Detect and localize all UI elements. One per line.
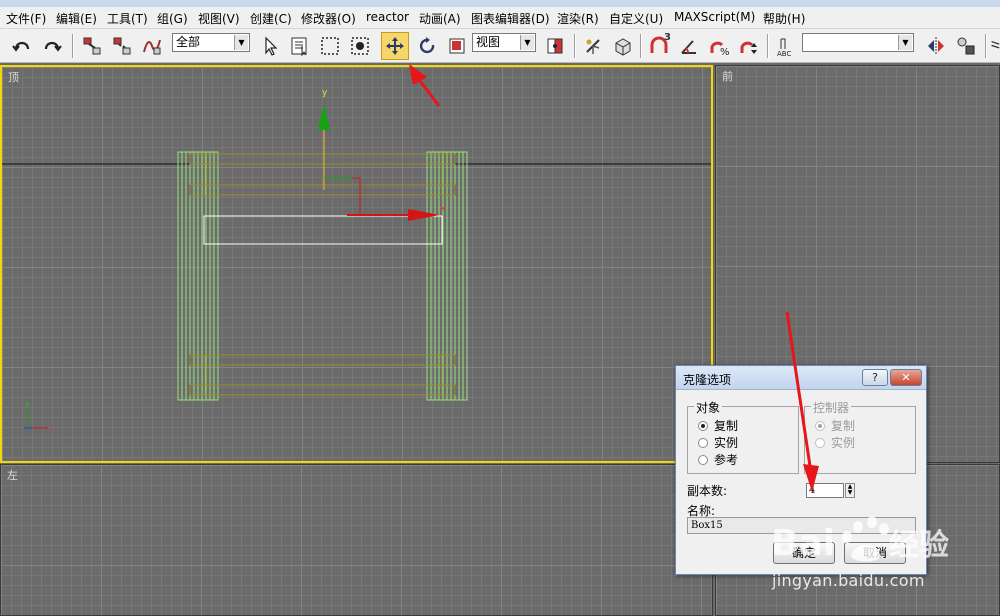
move-gizmo (318, 104, 440, 221)
copies-spinner[interactable]: ▲ ▼ (845, 483, 855, 498)
radio-label: 复制 (831, 419, 856, 433)
radio-controller-copy: 复制 (815, 417, 855, 434)
world-axis-tripod (24, 408, 48, 429)
gizmo-plane-red (324, 177, 361, 215)
help-button[interactable]: ? (862, 369, 888, 386)
copies-input[interactable]: 4 (806, 483, 844, 498)
controller-group-title: 控制器 (811, 399, 852, 416)
radio-indicator[interactable] (698, 437, 708, 448)
copies-label: 副本数: (687, 484, 728, 498)
gizmo-x-label: x (440, 204, 446, 214)
clone-options-dialog: 克隆选项 ? ✕ 对象 复制 实例 参考 控制器 复制 实例 副本数: 4 ▲ ▼… (675, 365, 927, 575)
dialog-title: 克隆选项 (683, 373, 732, 387)
radio-label: 实例 (714, 436, 739, 450)
radio-indicator (815, 437, 825, 448)
controller-group: 控制器 复制 实例 (804, 399, 916, 474)
object-group-title: 对象 (694, 399, 723, 416)
radio-indicator (815, 420, 825, 431)
radio-indicator[interactable] (698, 454, 708, 465)
radio-label: 复制 (714, 419, 739, 433)
tripod-y-label: y (25, 400, 29, 408)
left-pillar-wireframe (177, 151, 219, 401)
radio-label: 实例 (831, 436, 856, 450)
radio-indicator[interactable] (698, 420, 708, 431)
gizmo-y-label: y (322, 88, 328, 98)
radio-object-reference[interactable]: 参考 (698, 451, 738, 468)
close-button[interactable]: ✕ (890, 369, 922, 386)
radio-controller-instance: 实例 (815, 434, 855, 451)
cancel-button[interactable]: 取消 (844, 542, 906, 564)
object-group: 对象 复制 实例 参考 (687, 399, 799, 474)
rail-wireframes (189, 153, 456, 396)
radio-object-instance[interactable]: 实例 (698, 434, 738, 451)
name-input[interactable]: Box15 (687, 517, 916, 534)
radio-label: 参考 (714, 453, 739, 467)
radio-object-copy[interactable]: 复制 (698, 417, 738, 434)
tripod-x-label: x (49, 424, 53, 432)
dialog-title-bar[interactable]: 克隆选项 ? ✕ (676, 366, 926, 390)
selected-box-wireframe (203, 215, 443, 245)
ok-button[interactable]: 确定 (773, 542, 835, 564)
right-pillar-wireframe (426, 151, 468, 401)
gizmo-y-arrow (318, 104, 330, 130)
